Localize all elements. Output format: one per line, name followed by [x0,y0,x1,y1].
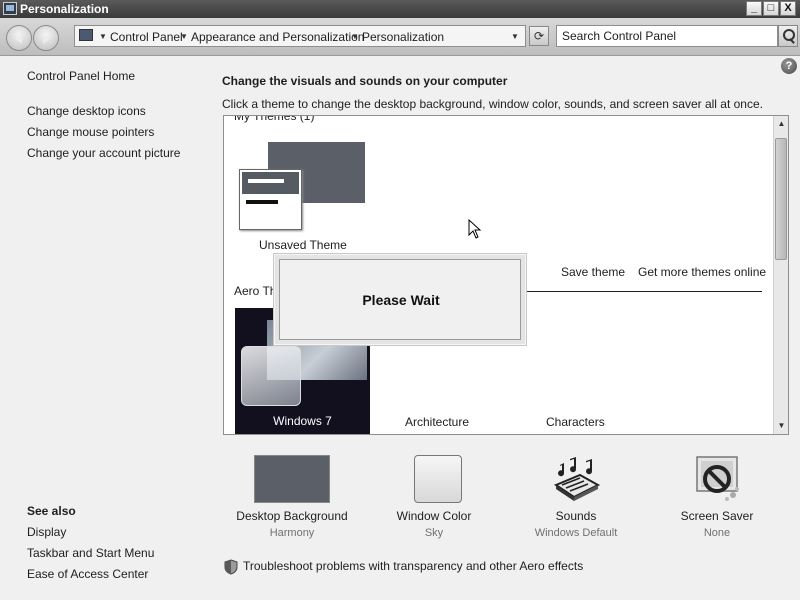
breadcrumb-appearance[interactable]: Appearance and Personalization [191,30,364,44]
dialog-message: Please Wait [362,292,440,308]
see-also-display[interactable]: Display [27,525,66,539]
search-input[interactable] [557,26,777,46]
troubleshoot-aero-link[interactable]: Troubleshoot problems with transparency … [243,559,583,573]
get-more-themes-link[interactable]: Get more themes online [638,265,766,279]
search-icon[interactable] [778,25,798,47]
forward-button[interactable] [33,25,59,51]
dialog-body: Please Wait [279,259,521,340]
sounds-icon[interactable] [552,455,600,503]
chevron-right-icon[interactable]: ▼ [180,32,188,41]
theme-list-scrollbar[interactable]: ▲ ▼ [773,116,788,434]
search-box[interactable] [556,25,778,47]
address-bar[interactable]: ▼ Control Panel ▼ Appearance and Persona… [74,25,526,47]
back-button[interactable] [6,25,32,51]
help-icon[interactable]: ? [781,58,797,74]
sounds-value: Windows Default [534,527,618,539]
minimize-button[interactable]: _ [746,1,762,16]
close-button[interactable]: X [780,1,796,16]
chevron-right-icon[interactable]: ▼ [351,32,359,41]
shield-icon [224,559,238,575]
maximize-button[interactable]: □ [763,1,779,16]
refresh-button[interactable]: ⟳ [529,26,549,46]
navigation-bar: ▼ Control Panel ▼ Appearance and Persona… [0,18,800,56]
breadcrumb-control-panel[interactable]: Control Panel [110,30,183,44]
theme-label-windows-7: Windows 7 [273,414,332,428]
screen-saver-icon[interactable] [693,455,741,503]
theme-label-architecture[interactable]: Architecture [405,415,469,429]
mouse-pointer-icon [468,219,482,239]
see-also-taskbar[interactable]: Taskbar and Start Menu [27,546,154,560]
sidebar-link-control-panel-home[interactable]: Control Panel Home [27,69,135,83]
personalization-app-icon [3,2,17,15]
scroll-up-icon[interactable]: ▲ [774,116,788,132]
sidebar-link-mouse-pointers[interactable]: Change mouse pointers [27,125,154,139]
screen-saver-value: None [703,527,731,539]
see-also-ease-of-access[interactable]: Ease of Access Center [27,567,148,581]
window-color-value: Sky [424,527,444,539]
window-color-icon[interactable] [414,455,462,503]
theme-window-preview [239,169,302,230]
scroll-thumb[interactable] [775,138,787,260]
unsaved-theme-label: Unsaved Theme [259,238,347,252]
please-wait-dialog: Please Wait [273,253,527,346]
desktop-background-icon[interactable] [254,455,330,503]
window-color-label[interactable]: Window Color [369,509,499,523]
breadcrumb-personalization[interactable]: Personalization [362,30,444,44]
page-title: Change the visuals and sounds on your co… [222,74,508,88]
window-title: Personalization [20,2,109,16]
group-divider [522,291,762,292]
desktop-background-label[interactable]: Desktop Background [227,509,357,523]
chevron-right-icon[interactable]: ▼ [99,32,107,41]
title-bar: Personalization _ □ X [0,0,800,18]
page-description: Click a theme to change the desktop back… [222,97,763,111]
sidebar-link-desktop-icons[interactable]: Change desktop icons [27,104,146,118]
save-theme-link[interactable]: Save theme [561,265,625,279]
sidebar-link-account-picture[interactable]: Change your account picture [27,146,180,160]
screen-saver-label[interactable]: Screen Saver [652,509,782,523]
theme-glass-preview [241,346,301,406]
control-panel-icon [79,29,93,41]
sounds-label[interactable]: Sounds [511,509,641,523]
scroll-down-icon[interactable]: ▼ [774,418,788,434]
address-dropdown-icon[interactable]: ▼ [511,32,519,41]
see-also-title: See also [27,504,76,518]
desktop-background-value: Harmony [269,527,315,539]
theme-label-characters[interactable]: Characters [546,415,605,429]
my-themes-group-title: My Themes (1) [234,115,315,123]
